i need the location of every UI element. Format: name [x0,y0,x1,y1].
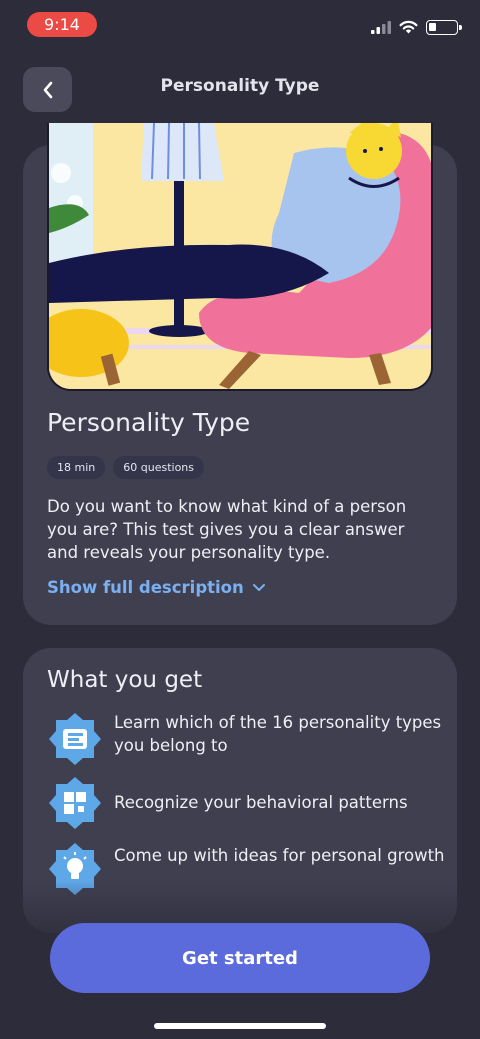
hero-illustration [47,123,433,391]
test-tags: 18 min 60 questions [47,456,204,479]
benefit-item: Recognize your behavioral patterns [47,775,447,831]
status-time: 9:14 [27,12,97,37]
status-icons [371,19,462,35]
benefit-text: Learn which of the 16 personality types … [114,713,442,755]
questions-tag: 60 questions [113,456,204,479]
get-started-button[interactable]: Get started [50,923,430,993]
show-full-description-label: Show full description [47,578,244,597]
signal-icon [371,20,391,34]
benefit-item: Learn which of the 16 personality types … [47,711,447,767]
benefit-text: Come up with ideas for personal growth [114,846,445,865]
chevron-down-icon [252,583,265,591]
duration-tag: 18 min [47,456,106,479]
wifi-icon [399,20,418,34]
list-icon [47,711,103,767]
home-indicator [154,1023,326,1029]
test-title: Personality Type [47,408,251,437]
nav-title: Personality Type [160,76,320,96]
benefits-title: What you get [47,667,203,693]
puzzle-icon [47,775,103,831]
show-full-description-link[interactable]: Show full description [47,578,266,597]
battery-icon [426,19,462,35]
relaxing-person-illustration [49,123,431,389]
test-description: Do you want to know what kind of a perso… [47,497,407,562]
benefit-text: Recognize your behavioral patterns [114,793,408,812]
status-bar: 9:14 [0,0,480,48]
